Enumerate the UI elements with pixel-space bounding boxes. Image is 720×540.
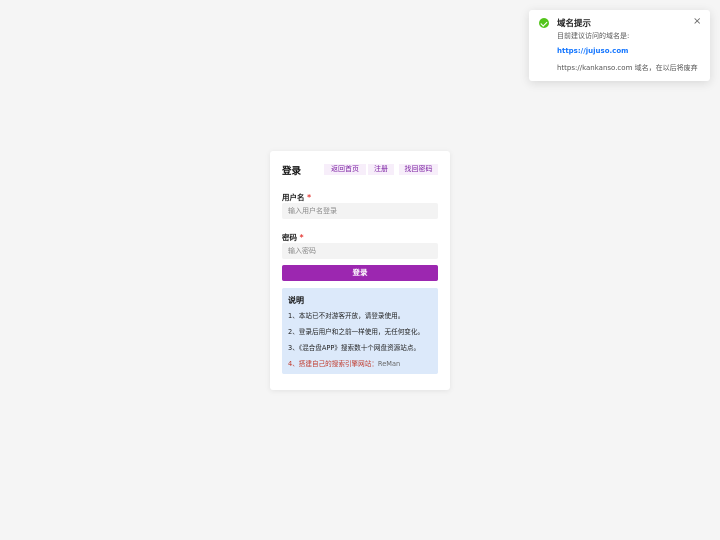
password-input[interactable]	[282, 243, 438, 259]
close-icon[interactable]: ×	[693, 17, 701, 27]
info-item: 3、《混合盘APP》搜索数十个网盘资源站点。	[288, 344, 421, 352]
notification-note: https://kankanso.com 域名，在以后将废弃	[557, 64, 698, 72]
username-label: 用户名 *	[282, 193, 312, 202]
required-mark: *	[307, 193, 312, 202]
check-circle-icon	[539, 18, 549, 28]
notification-message: 目前建议访问的域名是:	[557, 32, 630, 40]
info-title: 说明	[288, 296, 304, 305]
register-link[interactable]: 注册	[368, 164, 394, 175]
login-heading: 登录	[282, 166, 302, 177]
notification-link[interactable]: https://jujuso.com	[557, 47, 628, 55]
login-card: 登录 返回首页 注册 找回密码 用户名 * 密码 * 登录 说明 1、本站已不对…	[270, 151, 450, 390]
forgot-password-link[interactable]: 找回密码	[399, 164, 438, 175]
info-item: 1、本站已不对游客开放，请登录使用。	[288, 312, 405, 320]
info-item-link[interactable]: 4、搭建自己的搜索引擎网站：ReMan	[288, 358, 400, 368]
home-link[interactable]: 返回首页	[324, 164, 366, 175]
notification-title: 域名提示	[557, 19, 592, 29]
password-label: 密码 *	[282, 233, 304, 242]
required-mark: *	[299, 233, 304, 242]
domain-notification: 域名提示 × 目前建议访问的域名是: https://jujuso.com ht…	[529, 10, 710, 81]
username-input[interactable]	[282, 203, 438, 219]
info-panel: 说明 1、本站已不对游客开放，请登录使用。 2、登录后用户和之前一样使用，无任何…	[282, 288, 438, 374]
info-item: 2、登录后用户和之前一样使用，无任何变化。	[288, 328, 425, 336]
login-button[interactable]: 登录	[282, 265, 438, 281]
